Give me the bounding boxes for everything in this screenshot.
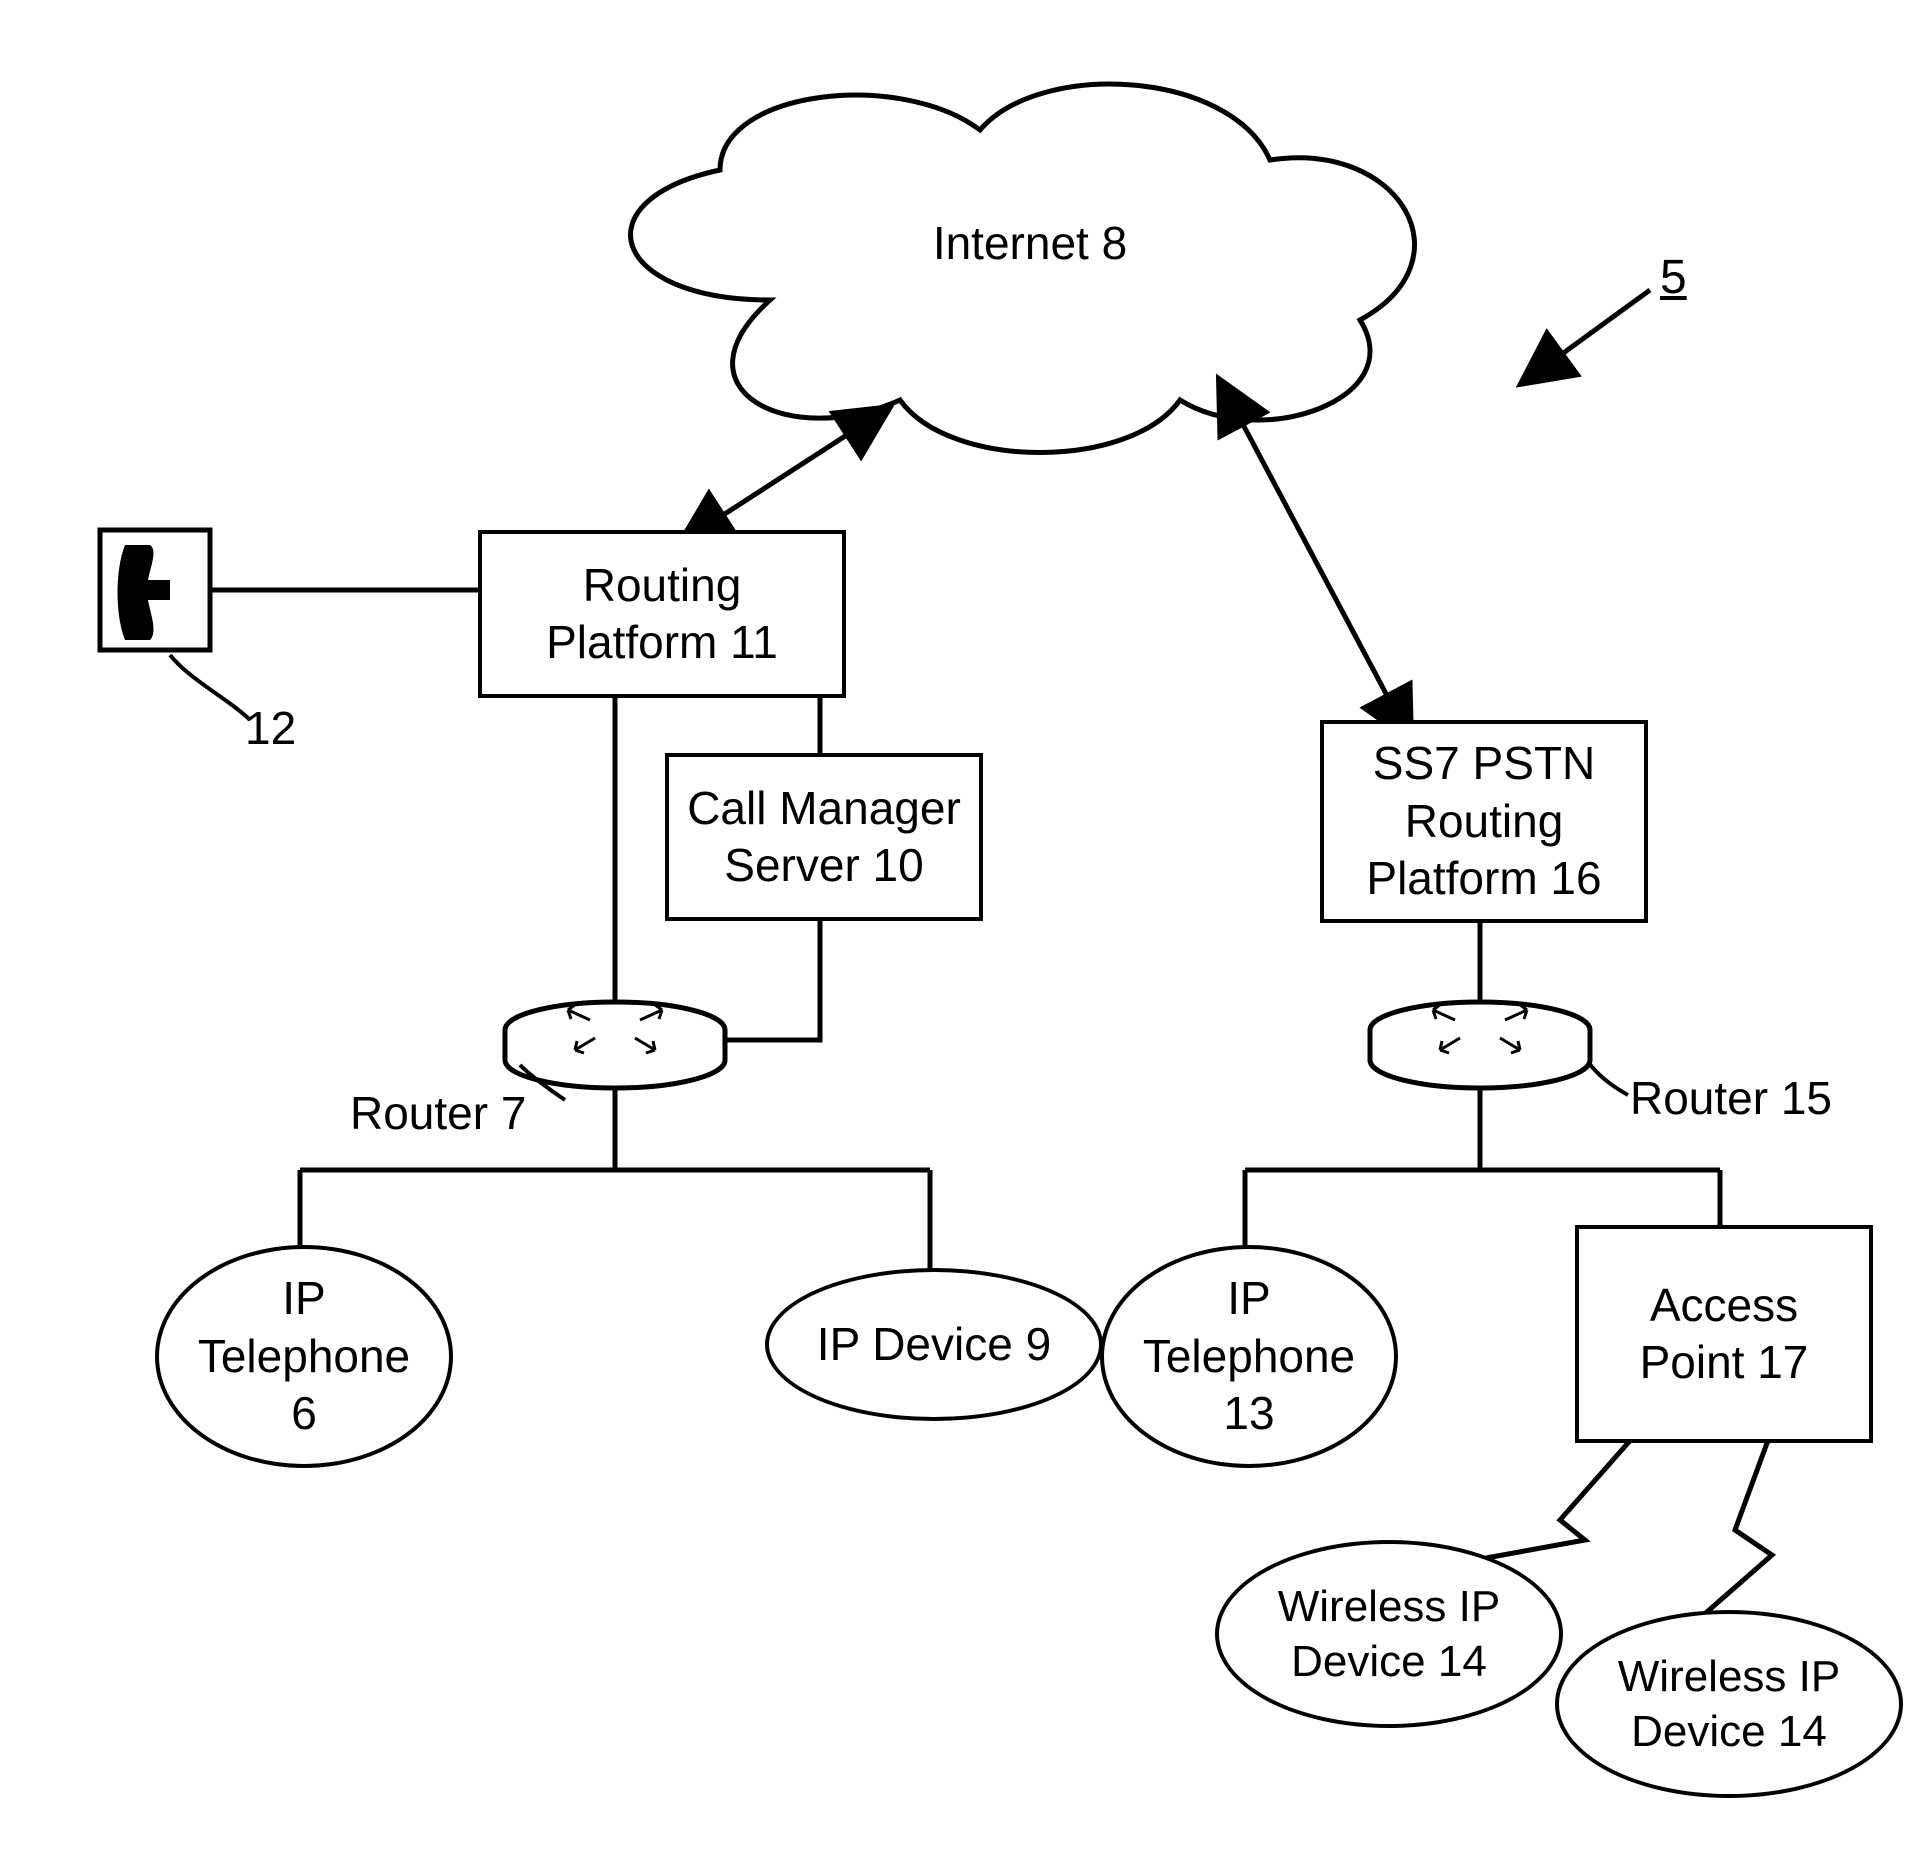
wireless-left-line2: Device 14 [1291, 1634, 1487, 1689]
call-manager-line1: Call Manager [687, 780, 961, 838]
routing-platform-box: Routing Platform 11 [478, 530, 846, 698]
ip-telephone-right-line3: 13 [1223, 1385, 1274, 1443]
ip-telephone-right-line1: IP [1227, 1270, 1270, 1328]
ip-device-left: IP Device 9 [765, 1268, 1103, 1421]
ip-telephone-left-line1: IP [282, 1270, 325, 1328]
ip-telephone-left-line3: 6 [291, 1385, 317, 1443]
router-left-label: Router 7 [350, 1085, 526, 1143]
call-manager-line2: Server 10 [724, 837, 923, 895]
routing-platform-line2: Platform 11 [546, 614, 778, 672]
ss7-line1: SS7 PSTN [1373, 735, 1595, 793]
ss7-line3: Platform 16 [1366, 850, 1601, 908]
router-right-label: Router 15 [1630, 1070, 1832, 1128]
wireless-device-left: Wireless IP Device 14 [1215, 1540, 1563, 1728]
access-point-box: Access Point 17 [1575, 1225, 1873, 1443]
ip-telephone-right-line2: Telephone [1143, 1328, 1355, 1386]
diagram-svg [0, 0, 1917, 1856]
ip-telephone-left: IP Telephone 6 [155, 1245, 453, 1468]
cloud-label: Internet 8 [900, 215, 1160, 273]
ss7-line2: Routing [1405, 793, 1564, 851]
ip-telephone-left-line2: Telephone [198, 1328, 410, 1386]
ss7-box: SS7 PSTN Routing Platform 16 [1320, 720, 1648, 923]
access-point-line1: Access [1650, 1277, 1798, 1335]
wireless-left-line1: Wireless IP [1278, 1579, 1500, 1634]
diagram-stage: 5 Internet 8 Routing Platform 11 12 Call… [0, 0, 1917, 1856]
ip-telephone-right: IP Telephone 13 [1100, 1245, 1398, 1468]
wireless-right-line1: Wireless IP [1618, 1649, 1840, 1704]
call-manager-box: Call Manager Server 10 [665, 753, 983, 921]
figure-reference: 5 [1660, 250, 1687, 305]
phone-icon-label: 12 [245, 700, 296, 758]
routing-platform-line1: Routing [583, 557, 742, 615]
wireless-device-right: Wireless IP Device 14 [1555, 1610, 1903, 1798]
wireless-right-line2: Device 14 [1631, 1704, 1827, 1759]
access-point-line2: Point 17 [1640, 1334, 1809, 1392]
ip-device-left-label: IP Device 9 [817, 1316, 1051, 1374]
